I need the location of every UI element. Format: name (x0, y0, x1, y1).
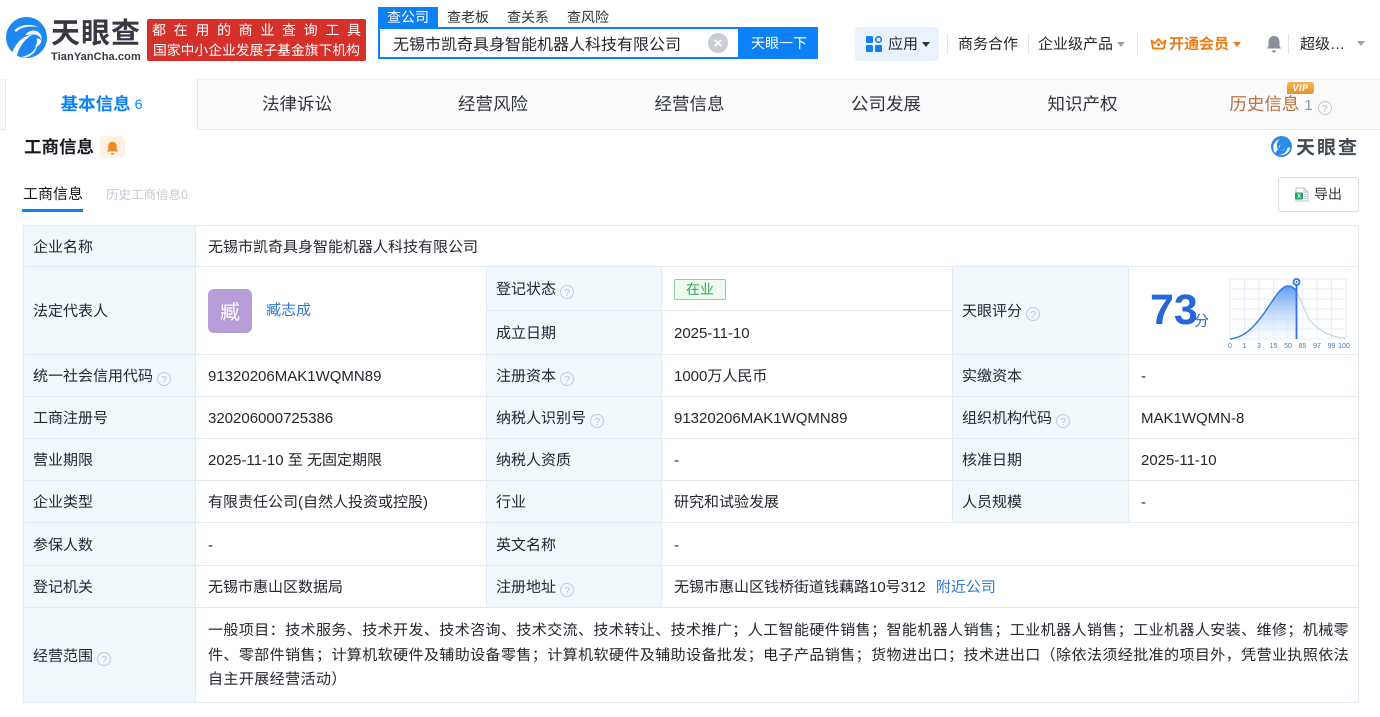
svg-text:99: 99 (1328, 343, 1336, 350)
svg-text:15: 15 (1270, 343, 1278, 350)
svg-text:3: 3 (1257, 343, 1261, 350)
svg-text:85: 85 (1299, 343, 1307, 350)
svg-text:0: 0 (1228, 343, 1232, 350)
svg-text:X: X (1297, 194, 1301, 200)
svg-text:1: 1 (1243, 343, 1247, 350)
svg-text:50: 50 (1284, 343, 1292, 350)
svg-text:100: 100 (1338, 343, 1350, 350)
svg-text:97: 97 (1313, 343, 1321, 350)
